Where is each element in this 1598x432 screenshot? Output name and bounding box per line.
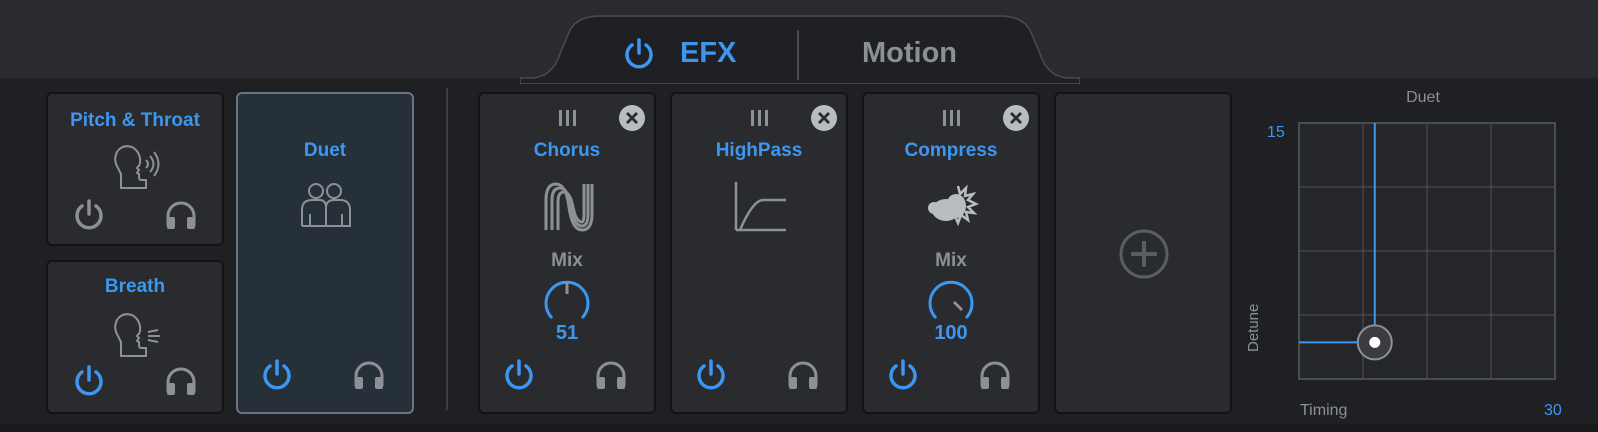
power-icon[interactable] — [502, 358, 536, 392]
effect-slot-chorus[interactable]: Chorus Mix 51 — [478, 92, 656, 414]
x-axis-label: Timing — [1300, 402, 1348, 419]
tab-divider — [797, 30, 799, 80]
highpass-curve-icon — [734, 182, 786, 232]
section-divider — [446, 88, 448, 410]
power-icon[interactable] — [694, 358, 728, 392]
duet-people-icon — [301, 183, 351, 227]
head-voice-icon — [114, 145, 160, 189]
tab-efx[interactable]: EFX — [680, 36, 736, 70]
head-breath-icon — [114, 313, 160, 357]
close-icon[interactable] — [1002, 104, 1030, 132]
headphones-icon[interactable] — [164, 364, 198, 398]
bottom-strip — [0, 424, 1598, 432]
y-value: 15 — [1267, 124, 1285, 141]
module-title: Pitch & Throat — [70, 110, 200, 131]
add-circle-icon — [1119, 229, 1169, 279]
mix-knob[interactable] — [922, 274, 980, 324]
drag-handle-icon[interactable] — [749, 108, 771, 128]
y-axis-label: Detune — [1245, 303, 1262, 352]
module-title: Duet — [303, 140, 347, 161]
effect-title: HighPass — [715, 140, 803, 161]
efx-power-icon[interactable] — [622, 37, 656, 71]
effect-title: Compress — [904, 140, 998, 161]
effect-title: Chorus — [533, 140, 601, 161]
close-icon[interactable] — [810, 104, 838, 132]
drag-handle-icon[interactable] — [557, 108, 579, 128]
add-effect-slot[interactable] — [1054, 92, 1232, 414]
knob-value: 51 — [555, 322, 579, 344]
module-title: Breath — [104, 276, 166, 297]
power-icon[interactable] — [72, 198, 106, 232]
power-icon[interactable] — [260, 358, 294, 392]
headphones-icon[interactable] — [594, 358, 628, 392]
xy-pad-title: Duet — [1406, 89, 1440, 106]
power-icon[interactable] — [886, 358, 920, 392]
tab-motion[interactable]: Motion — [862, 36, 957, 70]
module-breath[interactable]: Breath — [46, 260, 224, 414]
tab-header-shape — [520, 15, 1080, 84]
compress-icon — [928, 184, 980, 227]
chorus-wave-icon — [544, 182, 594, 232]
effect-slot-highpass[interactable]: HighPass — [670, 92, 848, 414]
knob-label: Mix — [551, 250, 583, 271]
x-value: 30 — [1544, 402, 1562, 419]
module-duet[interactable]: Duet — [236, 92, 414, 414]
power-icon[interactable] — [72, 364, 106, 398]
knob-value: 100 — [934, 322, 968, 344]
headphones-icon[interactable] — [352, 358, 386, 392]
xy-handle-dot — [1369, 336, 1381, 348]
close-icon[interactable] — [618, 104, 646, 132]
knob-label: Mix — [935, 250, 967, 271]
effect-slot-compress[interactable]: Compress Mix 100 — [862, 92, 1040, 414]
headphones-icon[interactable] — [978, 358, 1012, 392]
headphones-icon[interactable] — [164, 198, 198, 232]
mix-knob[interactable] — [538, 274, 596, 324]
xy-pad[interactable] — [1298, 122, 1556, 380]
drag-handle-icon[interactable] — [941, 108, 963, 128]
module-pitch-throat[interactable]: Pitch & Throat — [46, 92, 224, 246]
headphones-icon[interactable] — [786, 358, 820, 392]
